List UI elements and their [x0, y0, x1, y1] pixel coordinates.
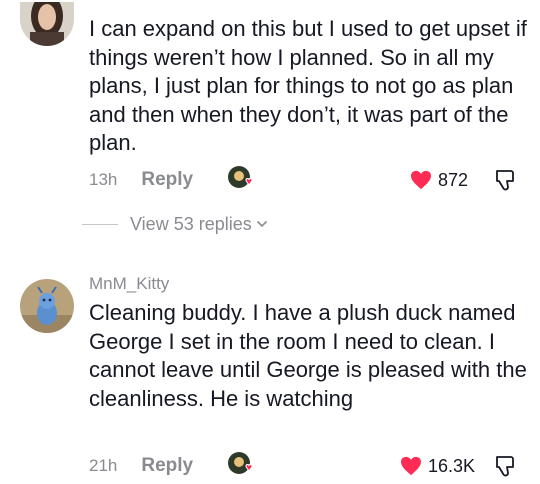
comment-text: I can expand on this but I used to get u… [89, 16, 527, 155]
heart-icon[interactable] [410, 170, 432, 190]
dislike-icon[interactable] [493, 453, 519, 479]
heart-icon[interactable] [400, 456, 422, 476]
creator-liked-avatar [227, 451, 255, 479]
dislike-icon[interactable] [493, 167, 519, 193]
creator-liked-avatar [227, 165, 255, 193]
view-replies-button[interactable]: View 53 replies [82, 212, 268, 236]
avatar[interactable] [20, 279, 74, 333]
comment-meta: 13h Reply [89, 167, 193, 193]
reply-button[interactable]: Reply [141, 169, 193, 191]
comment-text: Cleaning buddy. I have a plush duck name… [89, 300, 527, 411]
username[interactable]: MnM_Kitty [89, 274, 169, 294]
avatar[interactable] [20, 2, 74, 46]
comment-meta: 21h Reply [89, 453, 193, 479]
comment-time: 13h [89, 170, 118, 189]
comment-time: 21h [89, 456, 118, 475]
view-replies-label: View 53 replies [130, 213, 252, 234]
like-group[interactable]: 872 [410, 167, 468, 193]
chevron-down-icon [256, 220, 267, 228]
like-group[interactable]: 16.3K [400, 453, 475, 479]
like-count: 872 [438, 169, 469, 190]
reply-button[interactable]: Reply [141, 455, 193, 477]
divider [82, 223, 118, 225]
like-count: 16.3K [428, 455, 476, 476]
